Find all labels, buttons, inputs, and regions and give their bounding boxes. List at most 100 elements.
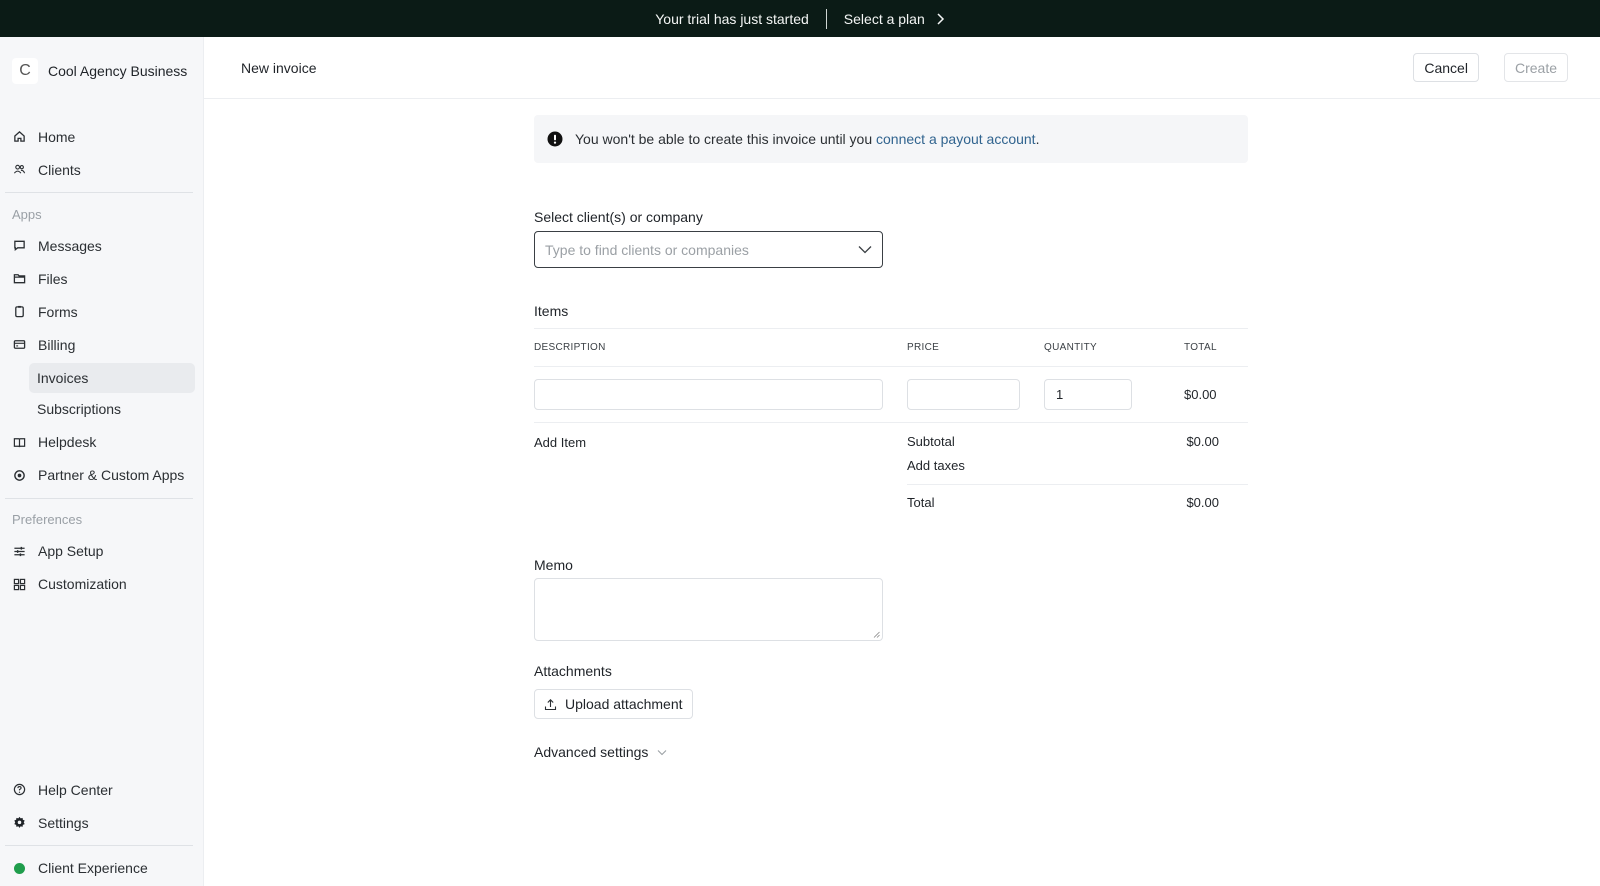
- sidebar-item-label: Settings: [38, 814, 89, 831]
- sidebar-item-label: Clients: [38, 161, 81, 178]
- resize-handle-icon[interactable]: [873, 631, 880, 638]
- sidebar-item-label: Partner & Custom Apps: [38, 467, 185, 483]
- sidebar-item-label: Billing: [38, 336, 76, 353]
- sidebar-item-help-center[interactable]: Help Center: [0, 773, 203, 806]
- column-header-quantity: QUANTITY: [1044, 342, 1097, 353]
- column-header-price: PRICE: [907, 342, 940, 353]
- trial-banner: Your trial has just started Select a pla…: [0, 0, 1600, 37]
- memo-label: Memo: [534, 557, 573, 573]
- workspace-logo: C: [12, 58, 38, 84]
- chevron-down-icon: [658, 749, 667, 755]
- page-title: New invoice: [241, 59, 317, 76]
- items-section-title: Items: [534, 303, 1248, 329]
- advanced-settings-label: Advanced settings: [534, 744, 649, 760]
- sidebar-item-label: Customization: [38, 576, 127, 592]
- main-content: New invoice Cancel Create You won't be a…: [204, 37, 1600, 886]
- trial-message: Your trial has just started: [655, 10, 809, 27]
- sidebar-item-clients[interactable]: Clients: [0, 153, 203, 186]
- add-taxes-row: Add taxes: [907, 453, 1248, 477]
- apps-section-label: Apps: [12, 206, 42, 222]
- item-total: $0.00: [1184, 387, 1217, 402]
- folder-icon: [12, 272, 26, 286]
- workspace-name: Cool Agency Business: [48, 63, 188, 79]
- create-button[interactable]: Create: [1503, 53, 1568, 82]
- upload-icon: [544, 698, 557, 710]
- item-description-input[interactable]: [534, 379, 883, 410]
- sidebar-item-label: Forms: [38, 303, 78, 320]
- sidebar-item-app-setup[interactable]: App Setup: [0, 535, 203, 568]
- sidebar-item-subscriptions[interactable]: Subscriptions: [29, 394, 195, 424]
- upload-attachment-button[interactable]: Upload attachment: [534, 689, 693, 719]
- alert-suffix: .: [1035, 131, 1040, 147]
- sidebar-item-customization[interactable]: Customization: [0, 568, 203, 601]
- payout-warning-alert: You won't be able to create this invoice…: [534, 115, 1248, 163]
- sidebar-item-label: App Setup: [38, 543, 104, 559]
- select-plan-link[interactable]: Select a plan: [844, 11, 945, 27]
- sliders-icon: [12, 544, 26, 558]
- select-plan-label: Select a plan: [843, 10, 925, 27]
- clipboard-icon: [12, 305, 26, 319]
- sidebar-item-invoices[interactable]: Invoices: [29, 362, 195, 393]
- item-price-input[interactable]: [907, 379, 1020, 410]
- chevron-right-icon: [937, 12, 944, 25]
- sidebar-divider: [5, 845, 193, 846]
- credit-card-icon: [12, 338, 26, 352]
- column-header-description: DESCRIPTION: [534, 342, 606, 353]
- sidebar-item-label: Helpdesk: [38, 434, 97, 450]
- total-value: $0.00: [1186, 494, 1219, 510]
- alert-text: You won't be able to create this invoice…: [575, 131, 873, 147]
- workspace-brand[interactable]: C Cool Agency Business: [0, 37, 203, 105]
- add-taxes-button[interactable]: Add taxes: [907, 458, 965, 473]
- item-quantity-input[interactable]: [1044, 379, 1132, 410]
- apps-icon: [12, 468, 26, 482]
- chevron-down-icon[interactable]: [858, 245, 872, 254]
- column-header-total: TOTAL: [1184, 342, 1217, 353]
- sidebar: C Cool Agency Business Home Clients Apps…: [0, 37, 204, 886]
- cancel-button[interactable]: Cancel: [1413, 53, 1479, 82]
- preferences-section-label: Preferences: [12, 512, 83, 527]
- attachments-label: Attachments: [534, 663, 612, 679]
- sidebar-item-label: Invoices: [37, 369, 89, 386]
- table-row: $0.00: [534, 367, 1248, 423]
- users-icon: [12, 163, 26, 177]
- banner-divider: [825, 8, 827, 29]
- sidebar-item-billing[interactable]: Billing: [0, 328, 203, 361]
- sidebar-item-forms[interactable]: Forms: [0, 295, 203, 328]
- memo-textarea[interactable]: [534, 578, 883, 641]
- help-circle-icon: [12, 783, 26, 797]
- sidebar-item-messages[interactable]: Messages: [0, 229, 203, 262]
- client-select-label: Select client(s) or company: [534, 209, 703, 225]
- invoice-form: You won't be able to create this invoice…: [534, 115, 1248, 760]
- sidebar-item-files[interactable]: Files: [0, 262, 203, 295]
- alert-icon: [547, 131, 563, 147]
- invoice-summary: Add Item Subtotal $0.00 Add taxes Total …: [534, 423, 1248, 514]
- grid-icon: [12, 577, 26, 591]
- page-header: New invoice Cancel Create: [204, 37, 1600, 99]
- subtotal-value: $0.00: [1186, 433, 1219, 449]
- sidebar-item-label: Messages: [38, 237, 102, 254]
- sidebar-item-settings[interactable]: Settings: [0, 806, 203, 839]
- sidebar-item-helpdesk[interactable]: Helpdesk: [0, 426, 203, 459]
- subtotal-label: Subtotal: [907, 433, 955, 449]
- summary-divider: [907, 484, 1248, 485]
- sidebar-item-home[interactable]: Home: [0, 120, 203, 153]
- total-label: Total: [907, 494, 935, 510]
- home-icon: [12, 130, 26, 144]
- sidebar-divider: [5, 497, 193, 499]
- sidebar-item-label: Help Center: [38, 781, 113, 798]
- sidebar-item-label: Subscriptions: [37, 401, 122, 417]
- client-experience-link[interactable]: Client Experience: [0, 850, 203, 886]
- client-select-placeholder: Type to find clients or companies: [545, 241, 749, 258]
- sidebar-divider: [5, 192, 193, 193]
- connect-payout-link[interactable]: connect a payout account: [876, 131, 1036, 147]
- sidebar-item-label: Files: [38, 270, 68, 287]
- book-icon: [12, 435, 26, 449]
- client-experience-label: Client Experience: [38, 860, 148, 876]
- advanced-settings-toggle[interactable]: Advanced settings: [534, 744, 1248, 760]
- sidebar-item-label: Home: [38, 128, 76, 145]
- status-dot-icon: [12, 861, 26, 875]
- add-item-button[interactable]: Add Item: [534, 423, 907, 514]
- sidebar-item-partner-apps[interactable]: Partner & Custom Apps: [0, 459, 203, 492]
- subtotal-row: Subtotal $0.00: [907, 429, 1248, 453]
- client-select-input[interactable]: Type to find clients or companies: [534, 231, 883, 268]
